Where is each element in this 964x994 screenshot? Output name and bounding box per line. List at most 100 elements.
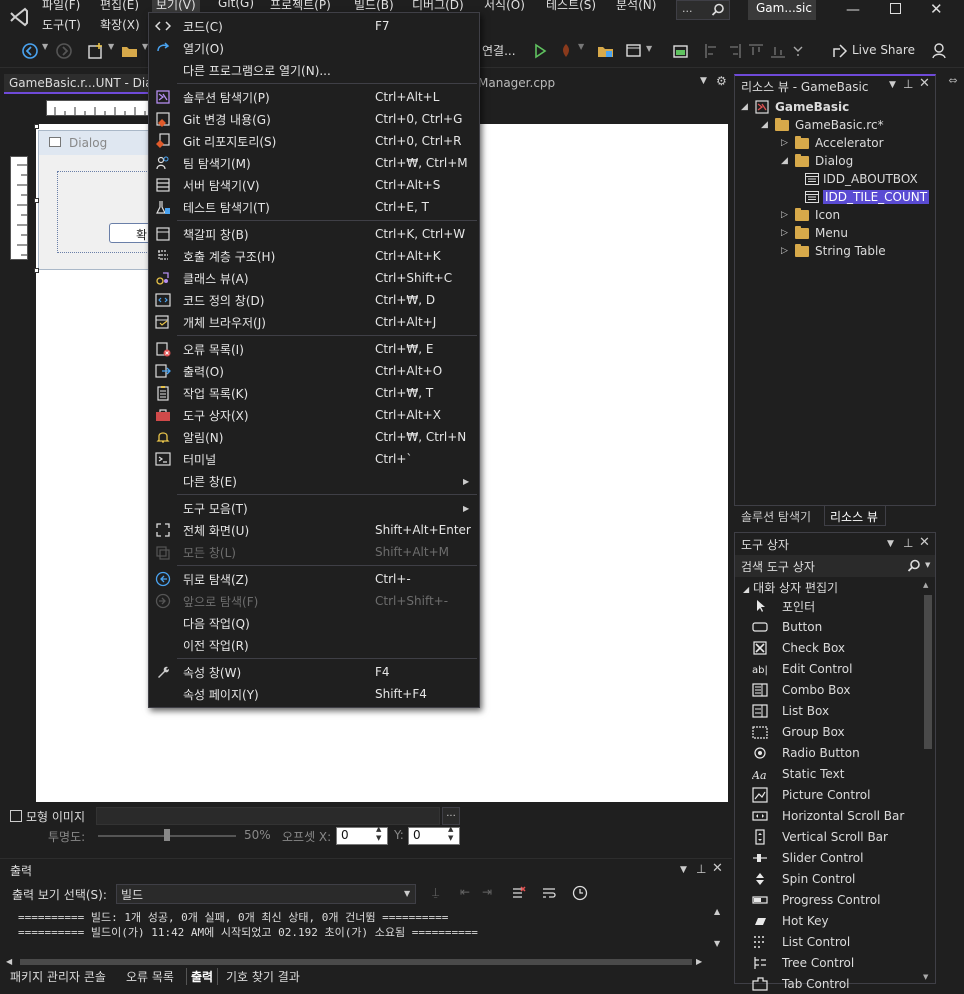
back-dropdown-icon[interactable]: ▼ xyxy=(42,42,48,51)
view-menu-item[interactable]: 다른 창(E) ▶ xyxy=(149,470,479,492)
next-message-icon[interactable]: ⇥ xyxy=(482,885,492,899)
view-menu-item[interactable]: 속성 창(W) F4 xyxy=(149,661,479,683)
view-menu-item[interactable]: 코드 정의 창(D) Ctrl+₩, D xyxy=(149,289,479,311)
menu-file[interactable]: 파일(F) xyxy=(42,0,80,13)
toolbox-item[interactable]: Slider Control xyxy=(752,848,863,868)
collapsed-arrow-icon[interactable]: ▷ xyxy=(781,210,791,220)
scrollbar-thumb[interactable] xyxy=(924,595,932,749)
view-menu-item[interactable]: 클래스 뷰(A) Ctrl+Shift+C xyxy=(149,267,479,289)
view-menu-item[interactable]: 다음 작업(Q) xyxy=(149,612,479,634)
forward-nav-icon[interactable] xyxy=(54,41,74,61)
output-vscrollbar[interactable]: ▲ ▼ xyxy=(712,907,726,953)
tab-resource-editor[interactable]: GameBasic.r...UNT - Dia xyxy=(4,74,152,94)
menu-git[interactable]: Git(G) xyxy=(218,0,254,10)
close-window-button[interactable]: ✕ xyxy=(930,0,943,18)
view-menu-item[interactable]: 이전 작업(R) xyxy=(149,634,479,656)
align-top-icon[interactable] xyxy=(746,41,766,61)
view-menu-item[interactable]: 열기(O) xyxy=(149,37,479,59)
view-menu-item[interactable]: 알림(N) Ctrl+₩, Ctrl+N xyxy=(149,426,479,448)
window-layout-icon[interactable] xyxy=(624,41,644,61)
toolbox-item[interactable]: Hot Key xyxy=(752,911,829,931)
view-menu-item[interactable]: 호출 계층 구조(H) Ctrl+Alt+K xyxy=(149,245,479,267)
view-menu-item[interactable]: Git 변경 내용(G) Ctrl+0, Ctrl+G xyxy=(149,108,479,130)
toolbox-item[interactable]: Spin Control xyxy=(752,869,855,889)
transparency-slider-thumb[interactable] xyxy=(164,829,170,841)
toolbox-item[interactable]: Check Box xyxy=(752,638,845,658)
align-left-icon[interactable] xyxy=(702,41,722,61)
tab-settings-gear-icon[interactable]: ⚙ xyxy=(716,74,727,88)
resource-tree-node[interactable]: ▷ Accelerator xyxy=(781,134,884,152)
mock-image-checkbox[interactable] xyxy=(10,810,22,822)
output-hscrollbar[interactable]: ◀ ▶ xyxy=(6,957,706,967)
view-menu-item[interactable]: 오류 목록(I) Ctrl+₩, E xyxy=(149,338,479,360)
close-panel-icon[interactable]: ✕ xyxy=(919,76,930,91)
view-menu-item[interactable]: 모든 창(L) Shift+Alt+M xyxy=(149,541,479,563)
mock-image-path-input[interactable] xyxy=(96,807,440,825)
new-project-icon[interactable] xyxy=(86,41,106,61)
toolbox-close-icon[interactable]: ✕ xyxy=(919,535,930,550)
toolbox-item[interactable]: Tree Control xyxy=(752,953,854,973)
toolbox-search[interactable]: 검색 도구 상자 ▼ xyxy=(735,555,935,577)
find-message-icon[interactable]: ⍊ xyxy=(432,885,439,900)
pin-icon[interactable]: ⊥ xyxy=(903,77,913,91)
word-wrap-icon[interactable] xyxy=(542,886,556,900)
scroll-down-icon[interactable]: ▼ xyxy=(923,973,928,981)
tab-error-list[interactable]: 오류 목록 xyxy=(126,968,174,985)
resource-tree-node[interactable]: ◢ GameBasic.rc* xyxy=(761,116,884,134)
menu-format[interactable]: 서식(O) xyxy=(484,0,525,13)
test-dialog-icon[interactable] xyxy=(670,41,690,61)
view-menu-item[interactable]: 테스트 탐색기(T) Ctrl+E, T xyxy=(149,196,479,218)
resource-tree-node[interactable]: IDD_TILE_COUNT xyxy=(801,188,930,206)
output-source-select[interactable]: 빌드 xyxy=(116,884,416,904)
tab-package-manager-console[interactable]: 패키지 관리자 콘솔 xyxy=(10,968,106,985)
toolbox-search-input[interactable]: 검색 도구 상자 xyxy=(741,558,815,575)
dialog-ok-button[interactable]: 확 xyxy=(109,223,151,243)
output-scroll-left-icon[interactable]: ◀ xyxy=(6,957,12,966)
menu-extensions[interactable]: 확장(X) xyxy=(100,16,140,33)
expanded-arrow-icon[interactable]: ◢ xyxy=(741,102,751,112)
tab-resource-view[interactable]: 리소스 뷰 xyxy=(824,506,886,526)
toolbox-item[interactable]: 포인터 xyxy=(752,596,815,616)
view-menu-item[interactable]: 출력(O) Ctrl+Alt+O xyxy=(149,360,479,382)
tab-manager-cpp[interactable]: Manager.cpp xyxy=(478,76,555,90)
layout-dropdown-icon[interactable]: ▼ xyxy=(646,44,652,53)
live-share-label[interactable]: Live Share xyxy=(852,43,915,57)
connect-label[interactable]: 연결... xyxy=(482,42,516,59)
toolbox-item[interactable]: Vertical Scroll Bar xyxy=(752,827,888,847)
tab-list-dropdown-icon[interactable]: ▼ xyxy=(700,76,707,86)
toolbox-item[interactable]: Progress Control xyxy=(752,890,880,910)
resource-tree-node[interactable]: ▷ Menu xyxy=(781,224,848,242)
prev-message-icon[interactable]: ⇤ xyxy=(460,885,470,899)
toolbox-item[interactable]: Group Box xyxy=(752,722,845,742)
toolbox-item[interactable]: Horizontal Scroll Bar xyxy=(752,806,904,826)
toolbox-item[interactable]: Combo Box xyxy=(752,680,851,700)
panel-options-dropdown-icon[interactable]: ▼ xyxy=(889,80,896,90)
toolbox-scrollbar[interactable]: ▲ ▼ xyxy=(923,581,933,983)
view-menu-item[interactable]: 앞으로 탐색(F) Ctrl+Shift+- xyxy=(149,590,479,612)
back-nav-icon[interactable] xyxy=(20,41,40,61)
view-menu-item[interactable]: 도구 모음(T) ▶ xyxy=(149,497,479,519)
toolbar-overflow-icon[interactable] xyxy=(788,41,808,61)
output-scroll-right-icon[interactable]: ▶ xyxy=(696,957,702,966)
hot-reload-icon[interactable] xyxy=(556,41,576,61)
menu-test[interactable]: 테스트(S) xyxy=(546,0,596,13)
toolbox-item[interactable]: Radio Button xyxy=(752,743,860,763)
toolbox-item[interactable]: List Control xyxy=(752,932,850,952)
collapsed-arrow-icon[interactable]: ▷ xyxy=(781,246,791,256)
feedback-icon[interactable] xyxy=(930,41,950,61)
toolbox-item[interactable]: ab| Edit Control xyxy=(752,659,852,679)
toolbox-item[interactable]: Aa Static Text xyxy=(752,764,844,784)
menu-tools[interactable]: 도구(T) xyxy=(42,16,81,33)
browse-button[interactable]: ... xyxy=(442,807,460,825)
view-menu-item[interactable]: 터미널 Ctrl+` xyxy=(149,448,479,470)
resource-tree-node[interactable]: ◢ Dialog xyxy=(781,152,853,170)
toolbox-item[interactable]: Picture Control xyxy=(752,785,870,805)
clear-all-icon[interactable] xyxy=(512,886,526,900)
resize-handle[interactable] xyxy=(34,124,39,129)
expanded-arrow-icon[interactable]: ◢ xyxy=(781,156,791,166)
collapsed-arrow-icon[interactable]: ▷ xyxy=(781,228,791,238)
output-pin-icon[interactable]: ⊥ xyxy=(696,862,706,876)
view-menu-item[interactable]: 작업 목록(K) Ctrl+₩, T xyxy=(149,382,479,404)
view-menu-item[interactable]: 책갈피 창(B) Ctrl+K, Ctrl+W xyxy=(149,223,479,245)
resource-tree-node[interactable]: IDD_ABOUTBOX xyxy=(801,170,918,188)
